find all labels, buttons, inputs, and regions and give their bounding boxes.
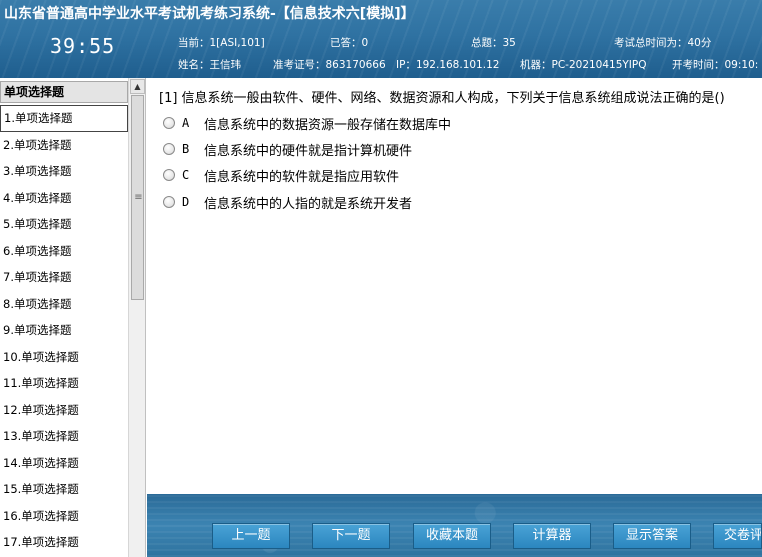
option-text: 信息系统中的数据资源一般存储在数据库中 (204, 117, 452, 133)
option-c[interactable]: C 信息系统中的软件就是指应用软件 (163, 165, 399, 185)
option-letter: D (182, 195, 190, 209)
start-label: 开考时间： (672, 59, 725, 71)
submit-button[interactable]: 交卷评分 (713, 523, 762, 549)
current-value: 1[ASI,101] (209, 37, 265, 49)
radio-icon[interactable] (163, 169, 175, 181)
scroll-thumb[interactable]: ≡ (131, 95, 144, 300)
ip-value: 192.168.101.12 (415, 59, 500, 71)
sidebar-question-item[interactable]: 13.单项选择题 (0, 423, 128, 450)
ip-info: IP：192.168.101.12 (396, 57, 499, 72)
ip-label: IP： (396, 59, 416, 71)
option-letter: A (182, 116, 190, 130)
answered-value: 0 (361, 37, 369, 49)
option-letter: C (182, 168, 190, 182)
window-title: 山东省普通高中学业水平考试机考练习系统-【信息技术六[模拟]】 (4, 6, 415, 22)
exam-time-label: 考试总时间为： (614, 37, 688, 49)
current-label: 当前： (178, 37, 210, 49)
ticket-info: 准考证号：863170666 (273, 57, 386, 72)
option-a[interactable]: A 信息系统中的数据资源一般存储在数据库中 (163, 113, 451, 133)
question-list: 1.单项选择题 2.单项选择题 3.单项选择题 4.单项选择题 5.单项选择题 6.单项选… (0, 105, 128, 556)
answered-label: 已答： (330, 37, 362, 49)
total-info: 总题：35 (471, 35, 516, 50)
sidebar-question-item[interactable]: 9.单项选择题 (0, 317, 128, 344)
answered-info: 已答：0 (330, 35, 368, 50)
sidebar-question-item[interactable]: 17.单项选择题 (0, 529, 128, 556)
radio-icon[interactable] (163, 117, 175, 129)
name-info: 姓名：王信玮 (178, 57, 241, 72)
sidebar-question-item[interactable]: 11.单项选择题 (0, 370, 128, 397)
total-value: 35 (502, 37, 516, 49)
exam-time-info: 考试总时间为：40分 (614, 35, 711, 50)
option-b[interactable]: B 信息系统中的硬件就是指计算机硬件 (163, 139, 412, 159)
sidebar-question-item[interactable]: 4.单项选择题 (0, 185, 128, 212)
start-time-info: 开考时间：09:10: (672, 57, 758, 72)
sidebar-question-item[interactable]: 12.单项选择题 (0, 397, 128, 424)
ticket-value: 863170666 (325, 59, 386, 71)
sidebar-question-item[interactable]: 14.单项选择题 (0, 450, 128, 477)
exam-time-value: 40分 (687, 37, 712, 49)
total-label: 总题： (471, 37, 503, 49)
header-bar: 山东省普通高中学业水平考试机考练习系统-【信息技术六[模拟]】 39:55 当前… (0, 0, 762, 78)
exam-window: 山东省普通高中学业水平考试机考练习系统-【信息技术六[模拟]】 39:55 当前… (0, 0, 762, 557)
sidebar-question-item[interactable]: 8.单项选择题 (0, 291, 128, 318)
radio-icon[interactable] (163, 196, 175, 208)
scroll-up-arrow-icon[interactable]: ▲ (130, 79, 145, 94)
footer-toolbar: 上一题 下一题 收藏本题 计算器 显示答案 交卷评分 (147, 494, 762, 557)
option-text: 信息系统中的人指的就是系统开发者 (204, 196, 413, 212)
question-text: [1] 信息系统一般由软件、硬件、网络、数据资源和人构成，下列关于信息系统组成说… (159, 91, 725, 106)
sidebar-question-item[interactable]: 1.单项选择题 (0, 105, 128, 132)
sidebar-question-item[interactable]: 5.单项选择题 (0, 211, 128, 238)
radio-icon[interactable] (163, 143, 175, 155)
countdown-timer: 39:55 (50, 34, 116, 58)
current-question-info: 当前：1[ASI,101] (178, 35, 265, 50)
grip-icon: ≡ (134, 192, 143, 203)
option-text: 信息系统中的硬件就是指计算机硬件 (204, 143, 413, 159)
sidebar-question-item[interactable]: 6.单项选择题 (0, 238, 128, 265)
sidebar-scrollbar[interactable]: ▲ ≡ (128, 78, 145, 557)
next-question-button[interactable]: 下一题 (312, 523, 390, 549)
machine-value: PC-20210415YIPQ (551, 59, 647, 71)
start-value: 09:10: (724, 59, 759, 71)
question-type-heading: 单项选择题 (0, 81, 128, 103)
machine-label: 机器： (520, 59, 552, 71)
sidebar-question-item[interactable]: 7.单项选择题 (0, 264, 128, 291)
show-answer-button[interactable]: 显示答案 (613, 523, 691, 549)
favorite-button[interactable]: 收藏本题 (413, 523, 491, 549)
option-d[interactable]: D 信息系统中的人指的就是系统开发者 (163, 192, 412, 212)
option-text: 信息系统中的软件就是指应用软件 (204, 169, 400, 185)
ticket-label: 准考证号： (273, 59, 326, 71)
sidebar-question-item[interactable]: 15.单项选择题 (0, 476, 128, 503)
sidebar-question-item[interactable]: 2.单项选择题 (0, 132, 128, 159)
question-sidebar: 单项选择题 1.单项选择题 2.单项选择题 3.单项选择题 4.单项选择题 5.单项选择… (0, 78, 146, 557)
machine-info: 机器：PC-20210415YIPQ (520, 57, 647, 72)
option-letter: B (182, 142, 190, 156)
prev-question-button[interactable]: 上一题 (212, 523, 290, 549)
name-label: 姓名： (178, 59, 210, 71)
name-value: 王信玮 (209, 59, 242, 71)
sidebar-question-item[interactable]: 10.单项选择题 (0, 344, 128, 371)
sidebar-question-item[interactable]: 3.单项选择题 (0, 158, 128, 185)
calculator-button[interactable]: 计算器 (513, 523, 591, 549)
question-panel: [1] 信息系统一般由软件、硬件、网络、数据资源和人构成，下列关于信息系统组成说… (147, 78, 762, 494)
sidebar-question-item[interactable]: 16.单项选择题 (0, 503, 128, 530)
